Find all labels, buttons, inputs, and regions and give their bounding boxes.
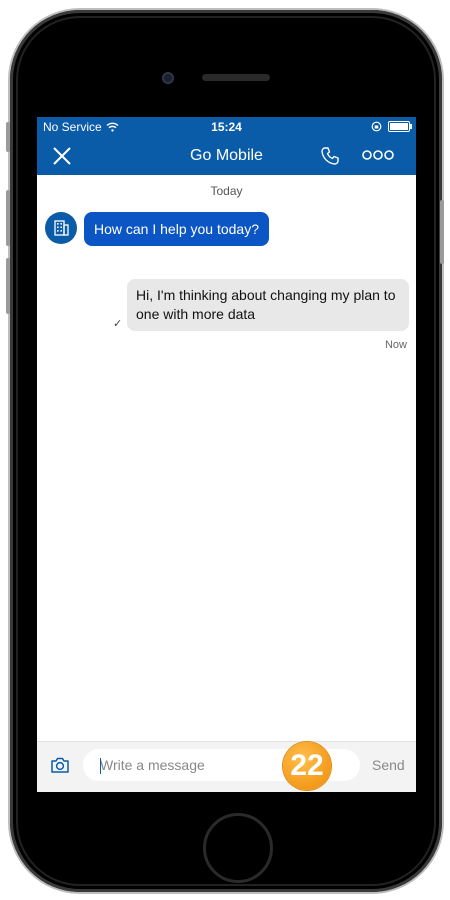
step-number-badge: 22: [283, 742, 331, 790]
status-bar: No Service 15:24: [37, 117, 416, 137]
volume-up-button: [6, 190, 10, 246]
mute-switch: [6, 122, 10, 152]
building-icon: [54, 220, 69, 236]
home-button[interactable]: [203, 813, 273, 883]
more-options-icon[interactable]: [362, 147, 394, 163]
message-composer: Send: [37, 741, 416, 792]
chat-header: Go Mobile: [37, 137, 416, 175]
power-button: [440, 200, 444, 264]
screen: No Service 15:24 Go Mobile Today How can…: [37, 117, 416, 792]
incoming-message-bubble: How can I help you today?: [84, 212, 269, 246]
outgoing-message: ✓ Hi, I'm thinking about changing my pla…: [113, 279, 409, 351]
send-button[interactable]: Send: [372, 757, 405, 773]
sent-check-icon: ✓: [113, 318, 123, 330]
phone-icon[interactable]: [320, 146, 340, 166]
text-cursor: [100, 758, 101, 774]
battery-icon: [388, 121, 412, 132]
message-timestamp: Now: [384, 339, 407, 351]
camera-icon[interactable]: [50, 756, 70, 774]
status-time: 15:24: [211, 120, 242, 134]
front-camera: [162, 72, 174, 84]
outgoing-message-bubble: Hi, I'm thinking about changing my plan …: [127, 279, 409, 331]
incoming-message: How can I help you today?: [45, 212, 269, 246]
date-separator: Today: [210, 184, 243, 198]
orientation-lock-icon: [371, 121, 382, 132]
earpiece-speaker: [202, 74, 270, 81]
chat-title: Go Mobile: [190, 147, 263, 164]
agent-avatar: [45, 212, 77, 244]
volume-down-button: [6, 258, 10, 314]
